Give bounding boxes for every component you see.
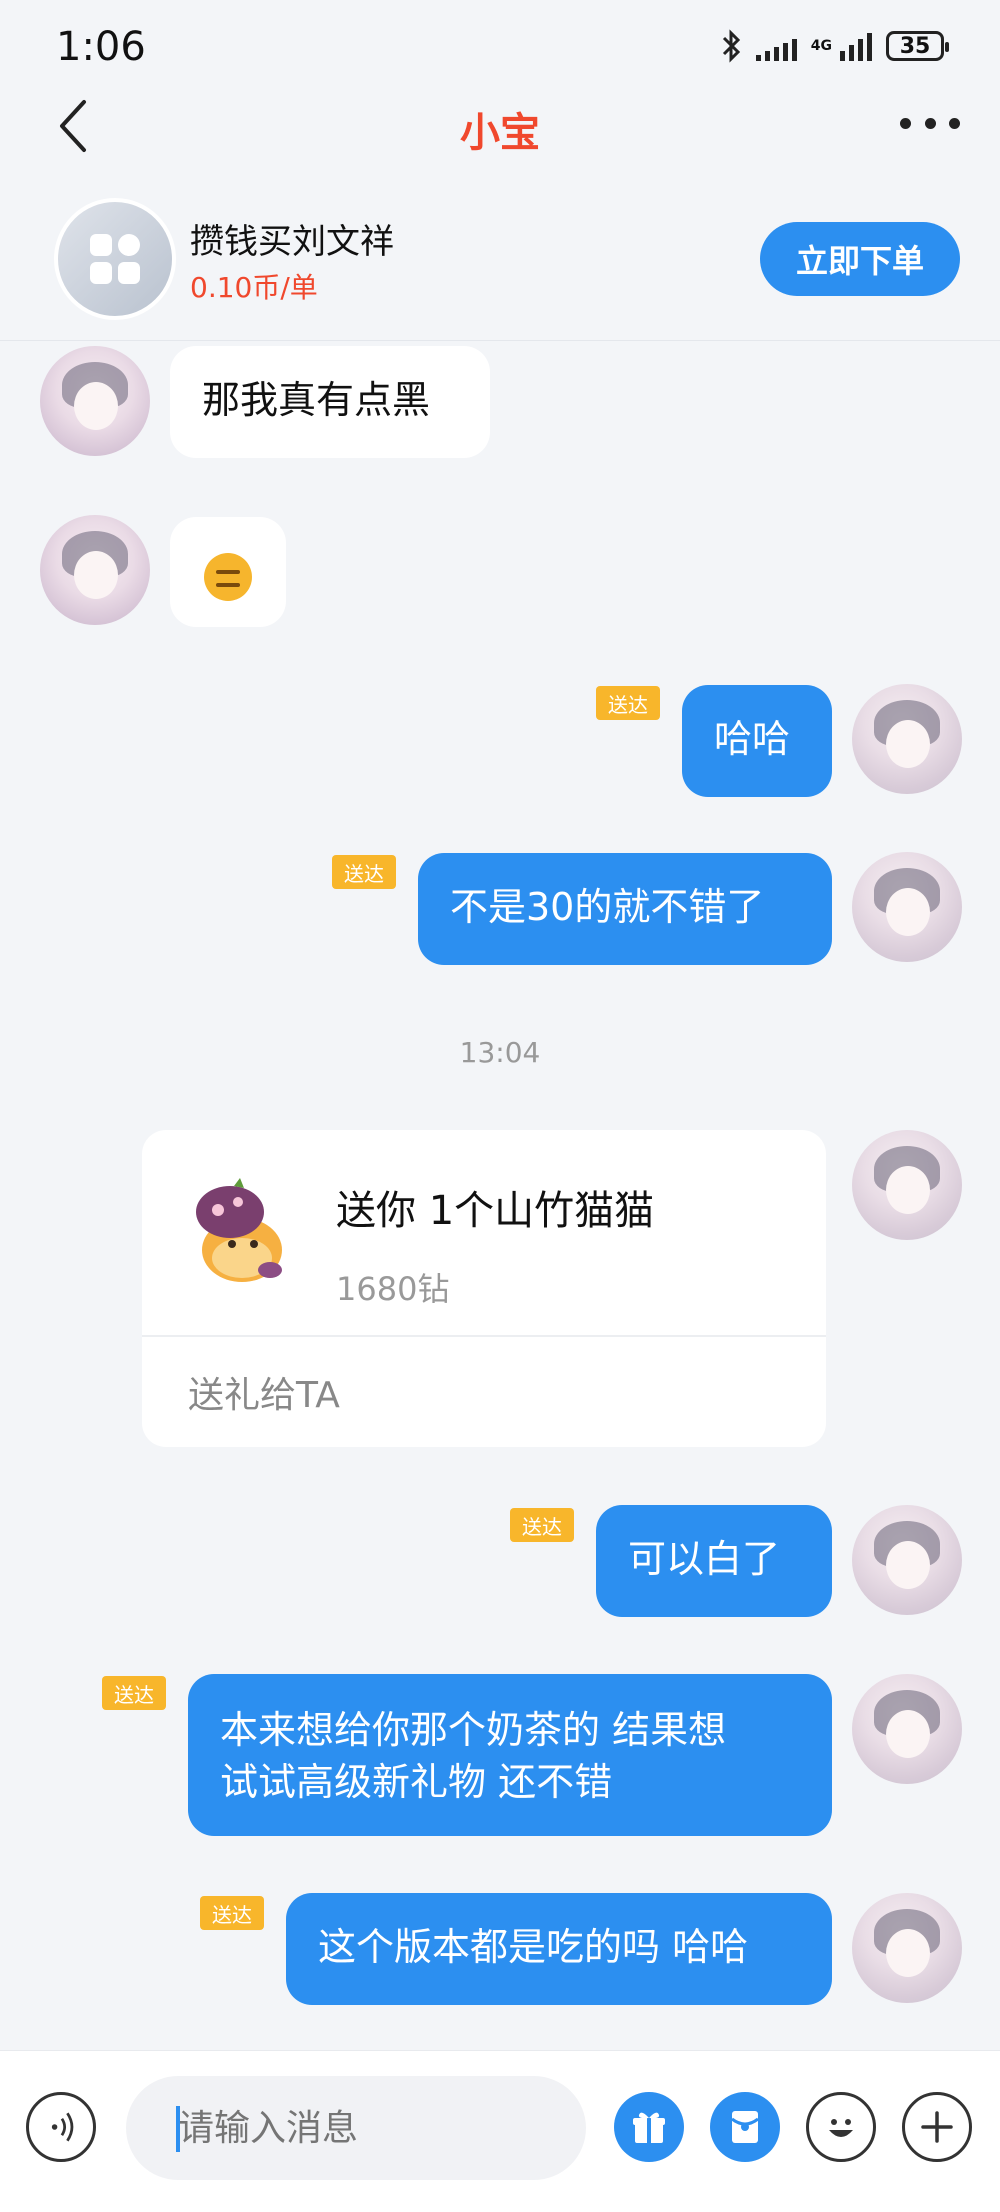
service-name: 攒钱买刘文祥	[190, 222, 394, 262]
my-avatar[interactable]	[852, 1674, 962, 1784]
my-avatar[interactable]	[852, 684, 962, 794]
contact-avatar[interactable]	[40, 346, 150, 456]
message-bubble-sent: 本来想给你那个奶茶的 结果想 试试高级新礼物 还不错	[188, 1674, 832, 1836]
divider	[142, 1335, 826, 1337]
expressionless-face-icon	[204, 552, 252, 601]
message-line: 本来想给你那个奶茶的 结果想	[220, 1708, 727, 1752]
add-icon[interactable]	[902, 2092, 972, 2162]
battery-icon: 35	[886, 31, 949, 61]
gift-icon[interactable]	[614, 2092, 684, 2162]
message-bubble-received	[170, 517, 286, 627]
signal-icon	[840, 31, 872, 61]
delivered-badge: 送达	[200, 1896, 264, 1930]
gift-card[interactable]: 送你 1个山竹猫猫 1680钻 送礼给TA	[142, 1130, 826, 1447]
service-icon	[54, 198, 176, 320]
gift-title: 送你 1个山竹猫猫	[336, 1188, 655, 1234]
bluetooth-icon	[722, 29, 740, 63]
my-avatar[interactable]	[852, 1505, 962, 1615]
message-bubble-sent: 哈哈	[682, 685, 832, 797]
message-bubble-sent: 这个版本都是吃的吗 哈哈	[286, 1893, 832, 2005]
service-price: 0.10币/单	[190, 271, 318, 304]
delivered-badge: 送达	[332, 855, 396, 889]
my-avatar[interactable]	[852, 1893, 962, 2003]
mangosteen-cat-gift-icon	[196, 1178, 282, 1282]
red-envelope-icon[interactable]	[710, 2092, 780, 2162]
delivered-badge: 送达	[510, 1508, 574, 1542]
send-gift-link[interactable]: 送礼给TA	[188, 1366, 340, 1418]
network-label: 4G	[810, 38, 832, 54]
battery-level: 35	[899, 33, 931, 59]
status-time: 1:06	[56, 24, 146, 70]
message-bubble-received: 那我真有点黑	[170, 346, 490, 458]
text-cursor	[176, 2106, 180, 2152]
emoji-icon[interactable]	[806, 2092, 876, 2162]
message-bubble-sent: 可以白了	[596, 1505, 832, 1617]
voice-input-icon[interactable]	[26, 2092, 96, 2162]
more-options-icon[interactable]	[900, 108, 960, 138]
gift-price: 1680钻	[336, 1270, 450, 1308]
message-input[interactable]	[126, 2076, 586, 2180]
message-bubble-sent: 不是30的就不错了	[418, 853, 832, 965]
message-line: 试试高级新礼物 还不错	[220, 1760, 613, 1804]
delivered-badge: 送达	[102, 1676, 166, 1710]
signal-weak-icon	[755, 31, 797, 61]
status-bar: 1:06 4G 35	[0, 0, 1000, 100]
order-now-button[interactable]: 立即下单	[760, 222, 960, 296]
chat-title: 小宝	[460, 110, 540, 156]
my-avatar[interactable]	[852, 1130, 962, 1240]
my-avatar[interactable]	[852, 852, 962, 962]
delivered-badge: 送达	[596, 686, 660, 720]
status-icons: 4G 35	[720, 28, 949, 64]
contact-avatar[interactable]	[40, 515, 150, 625]
time-separator: 13:04	[459, 1036, 541, 1069]
